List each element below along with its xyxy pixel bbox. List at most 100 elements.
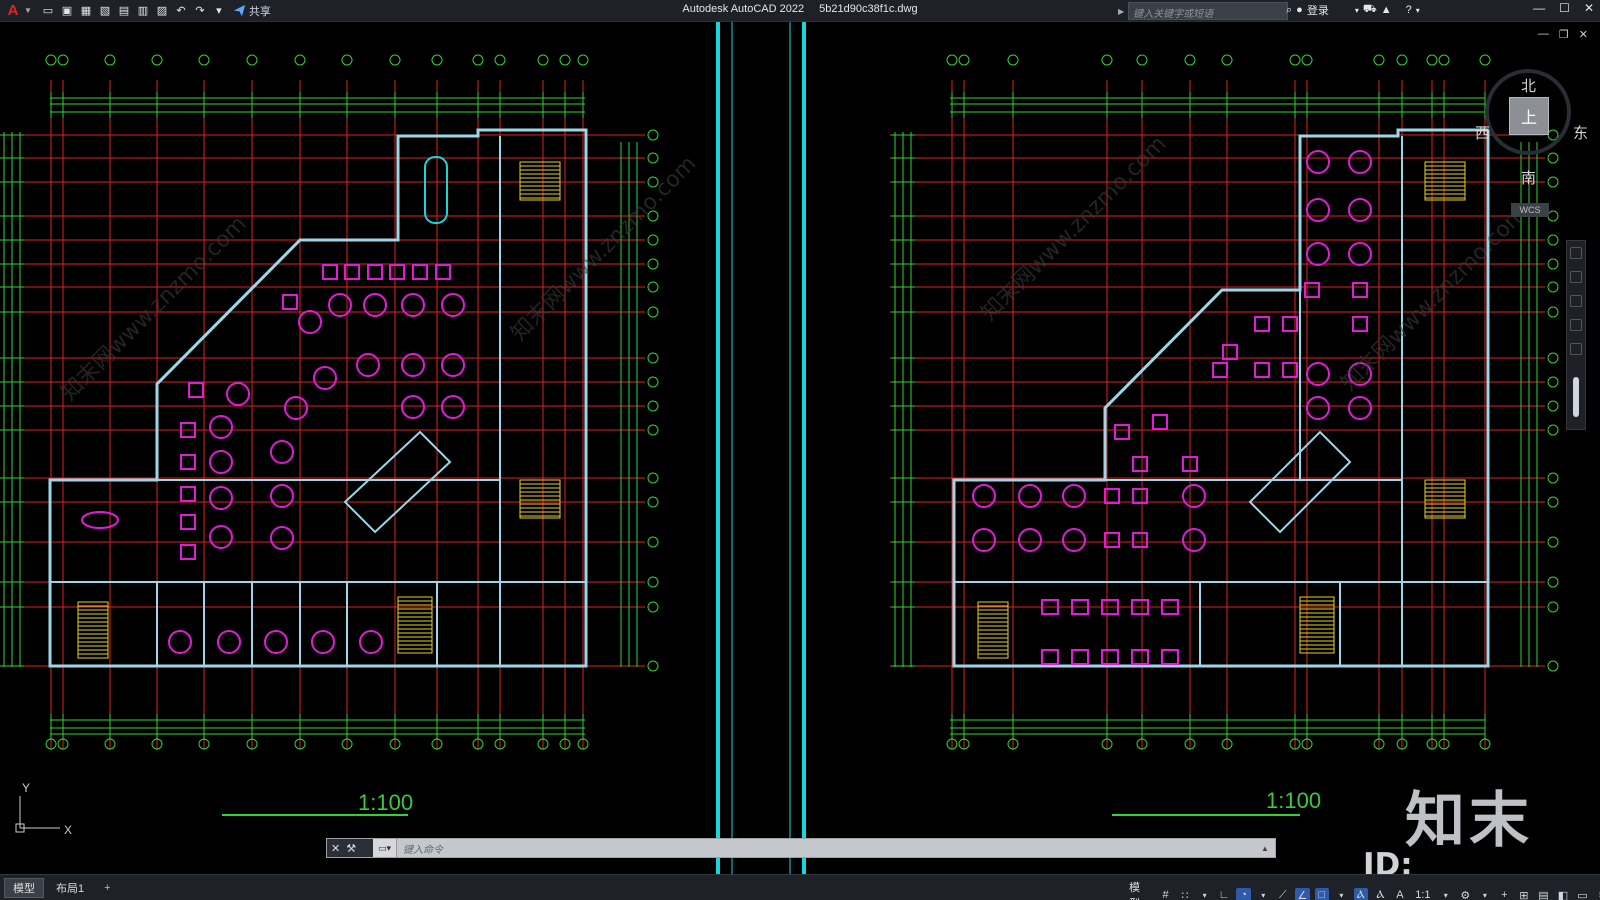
search-icon[interactable]: ⌕ (1286, 4, 1292, 17)
zoom-extents-icon[interactable] (1570, 295, 1582, 307)
object-snap-tracking-icon[interactable]: ∠ (1295, 887, 1310, 900)
orbit-icon[interactable] (1570, 319, 1582, 331)
plot-icon[interactable]: ▨ (154, 3, 170, 19)
object-snap-icon[interactable]: □ (1314, 887, 1330, 900)
quick-properties-icon[interactable]: ▤ (1536, 888, 1551, 900)
grid-icon[interactable]: # (1158, 888, 1173, 900)
auto-scale-icon[interactable]: Ⲁ (1373, 888, 1388, 900)
vertical-scrollbar[interactable] (1573, 377, 1579, 417)
snap-icon[interactable]: ∷ (1178, 888, 1193, 900)
scale-chevron-icon[interactable]: ▾ (1439, 888, 1454, 900)
command-input[interactable]: 键入命令 (397, 841, 1261, 856)
viewport-close-icon[interactable]: ✕ (1579, 28, 1588, 41)
tab-layout1[interactable]: 布局1 (48, 878, 92, 898)
left-round-table (441, 395, 465, 419)
search-expand-icon[interactable]: ▶ (1118, 7, 1124, 16)
close-icon[interactable]: ✕ (1584, 1, 1594, 15)
quick-access-toolbar: ▭ ▣ ▦ ▧ ▤ ▥ ▨ ↶ ↷ ▾ (40, 3, 227, 19)
isolate-objects-icon[interactable]: ◧ (1556, 888, 1571, 900)
full-navigation-wheel-icon[interactable] (1570, 247, 1582, 259)
annotation-scale-value[interactable]: 1:1 (1412, 889, 1433, 900)
ucs-y-label: Y (22, 781, 30, 795)
polar-tracking-icon[interactable]: ◔ (1236, 887, 1251, 900)
clean-screen-icon[interactable]: ▭ (1575, 888, 1590, 900)
open-icon[interactable]: ▣ (59, 3, 75, 19)
pan-icon[interactable] (1570, 271, 1582, 283)
customize-wrench-icon[interactable]: ⚒ (346, 842, 356, 855)
workspace-chevron-icon[interactable]: ▾ (1478, 888, 1493, 900)
viewport-restore-icon[interactable]: ❐ (1559, 28, 1569, 41)
open-web-icon[interactable]: ▤ (116, 3, 132, 19)
left-square-table (389, 264, 405, 280)
left-round-table (264, 630, 288, 654)
osnap-chevron-icon[interactable]: ▾ (1334, 888, 1349, 900)
right-booth-seat (1131, 649, 1149, 665)
compass-south[interactable]: 南 (1521, 167, 1536, 188)
minimize-icon[interactable]: — (1533, 1, 1545, 15)
compass-east[interactable]: 东 (1573, 122, 1588, 143)
right-round-table (1182, 484, 1206, 508)
left-plan-axis-bubble-right (647, 352, 659, 364)
floor-plan-drawing[interactable]: Y X 知末网www.znzmo.com 知末网www.znzmo.com 知末网www… (0, 22, 1600, 874)
compass-west[interactable]: 西 (1475, 122, 1490, 143)
polar-chevron-icon[interactable]: ▾ (1256, 888, 1271, 900)
right-plan-axis-bubble-top (946, 54, 958, 66)
model-space-toggle[interactable]: 模型 (1126, 879, 1153, 900)
customize-chevron-icon[interactable]: ▾ (211, 3, 227, 19)
left-round-table (270, 440, 294, 464)
annotation-scale-icon[interactable]: A (1393, 888, 1408, 900)
isodraft-icon[interactable]: ⟋ (1276, 888, 1291, 900)
diagonal-watermark: 知末网www.znzmo.com (507, 151, 702, 346)
help-chevron-icon[interactable]: ▾ (1416, 6, 1420, 15)
recent-commands-icon[interactable]: ▭▾ (373, 839, 397, 857)
right-round-table (1306, 242, 1330, 266)
undo-icon[interactable]: ↶ (173, 3, 189, 19)
command-line-handle: ✕ ⚒ (327, 839, 373, 857)
new-icon[interactable]: ▭ (40, 3, 56, 19)
add-layout-button[interactable]: + (96, 878, 118, 898)
right-square-table (1132, 488, 1148, 504)
left-conference-table (424, 156, 448, 224)
annotation-visibility-icon[interactable]: Ⲁ (1353, 887, 1369, 900)
wcs-menu[interactable]: WCS (1511, 203, 1549, 217)
viewcube-top-face[interactable]: 上 (1509, 97, 1549, 135)
command-history-chevron-icon[interactable]: ▲ (1261, 844, 1275, 853)
share-button[interactable]: 共享 (233, 3, 271, 19)
left-exterior-wall (48, 128, 588, 668)
right-plan-axis-bubble-right (1547, 258, 1559, 270)
search-input[interactable]: 键入关键字或短语 (1128, 2, 1289, 20)
close-command-line-icon[interactable]: ✕ (331, 842, 340, 855)
help-icon[interactable]: ? (1406, 4, 1412, 16)
right-plan-axis-bubble-right (1547, 400, 1559, 412)
left-square-table (367, 264, 383, 280)
model-space-canvas[interactable]: Y X 知末网www.znzmo.com 知末网www.znzmo.com 知末网www… (0, 22, 1600, 900)
signin-button[interactable]: 登录 (1307, 2, 1329, 18)
ortho-icon[interactable]: ∟ (1217, 888, 1232, 900)
app-menu-chevron-icon[interactable]: ▼ (24, 6, 32, 15)
left-plan-axis-bubble-top (389, 54, 401, 66)
left-square-table (180, 514, 196, 530)
right-plan-axis-bubble-top (1184, 54, 1196, 66)
left-round-table (209, 415, 233, 439)
maximize-icon[interactable]: ☐ (1559, 1, 1570, 15)
snap-chevron-icon[interactable]: ▾ (1197, 888, 1212, 900)
right-round-table (1062, 528, 1086, 552)
units-icon[interactable]: ⊞ (1517, 888, 1532, 900)
compass-north[interactable]: 北 (1521, 75, 1536, 96)
save-icon[interactable]: ▦ (78, 3, 94, 19)
tab-model[interactable]: 模型 (4, 877, 44, 898)
viewport-minimize-icon[interactable]: — (1538, 28, 1549, 41)
customization-icon[interactable]: ≡ (1595, 888, 1600, 900)
cart-icon[interactable]: ⛟ (1363, 3, 1377, 17)
user-icon[interactable]: ● (1296, 4, 1303, 16)
showmotion-icon[interactable] (1570, 343, 1582, 355)
annotation-monitor-icon[interactable]: + (1497, 888, 1512, 900)
signin-chevron-icon[interactable]: ▾ (1355, 6, 1359, 15)
redo-icon[interactable]: ↷ (192, 3, 208, 19)
viewcube[interactable]: 上 北 南 东 西 WCS (1465, 57, 1588, 217)
workspace-gear-icon[interactable]: ⚙ (1458, 888, 1473, 900)
save-as-icon[interactable]: ▧ (97, 3, 113, 19)
save-web-icon[interactable]: ▥ (135, 3, 151, 19)
autocad-logo-button[interactable]: A (2, 0, 24, 22)
autodesk-app-icon[interactable]: ▲ (1381, 4, 1392, 16)
